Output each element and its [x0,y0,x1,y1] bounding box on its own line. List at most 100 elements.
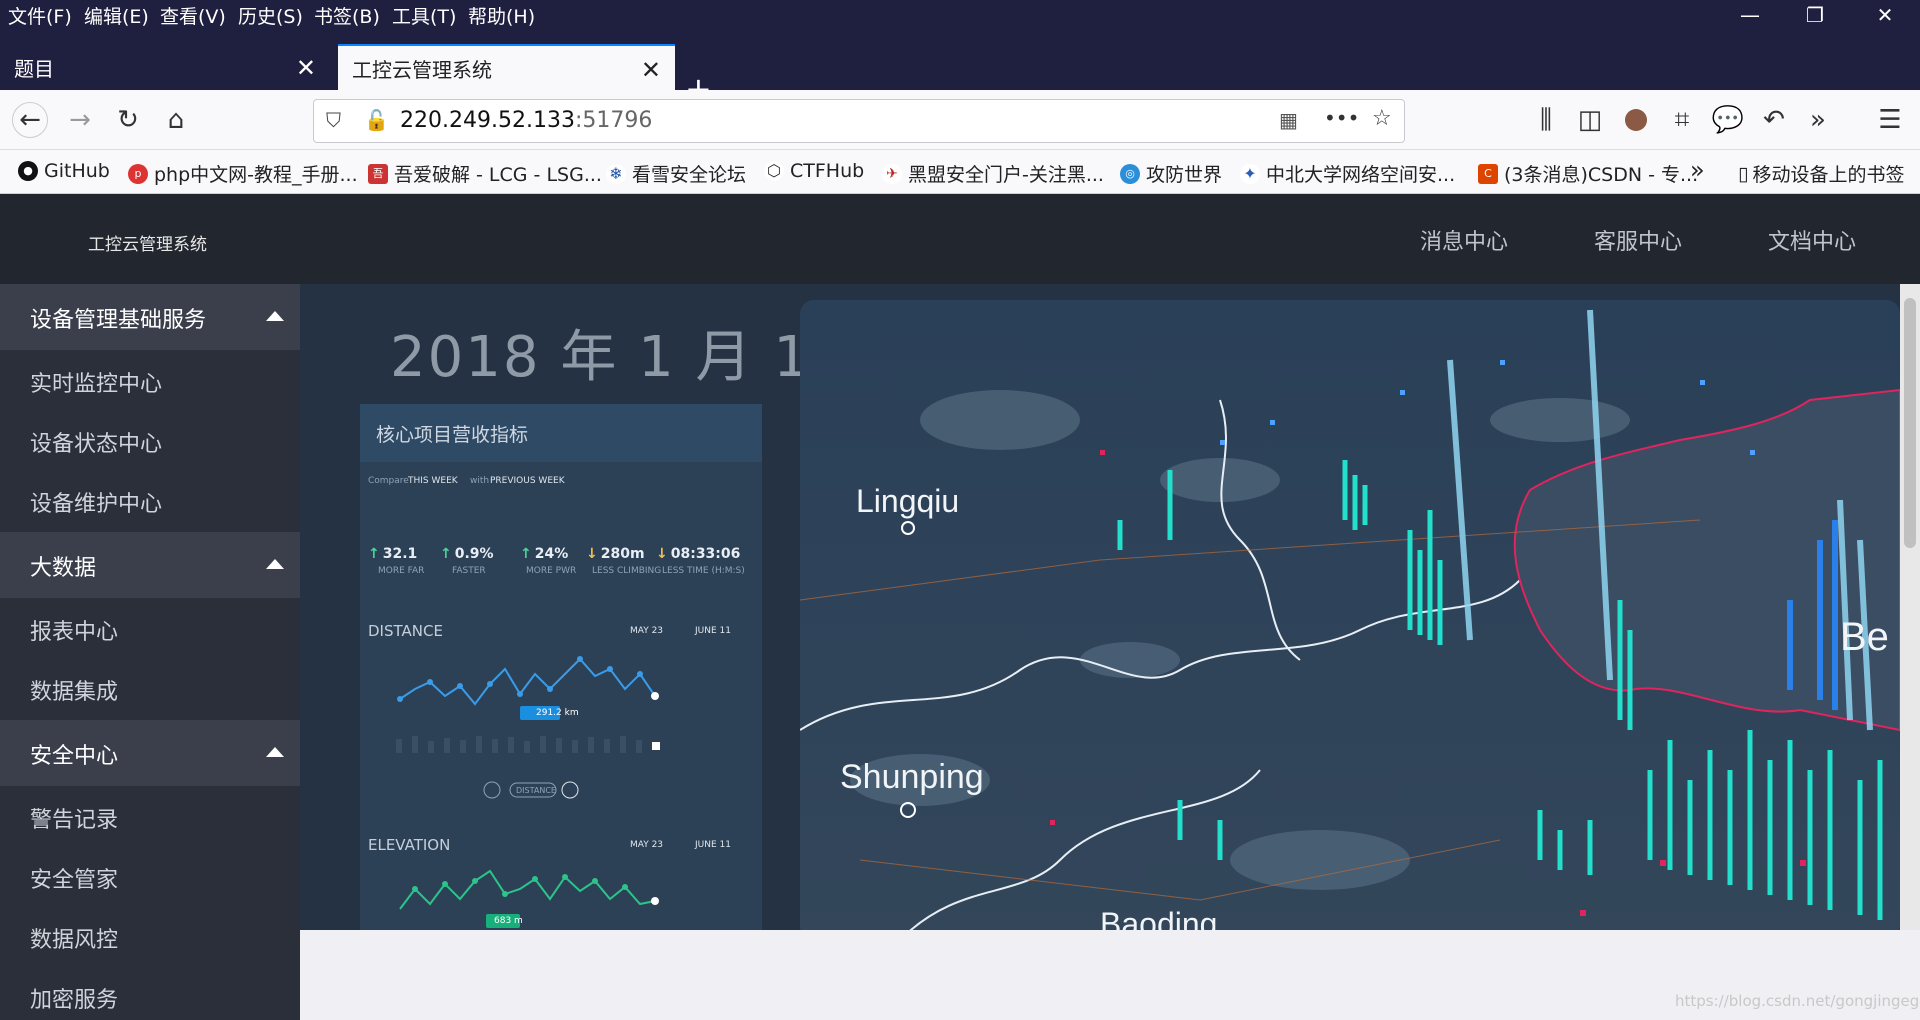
nav-message-center[interactable]: 消息中心 [1420,224,1508,256]
close-tab-icon[interactable]: ✕ [641,56,661,84]
insecure-lock-icon[interactable]: 🔓 [364,108,389,132]
tab-title[interactable]: 题目 ✕ [0,44,330,90]
bookmark-csdn[interactable]: C (3条消息)CSDN - 专... [1478,160,1698,187]
menu-history[interactable]: 历史(S) [238,2,303,29]
bookmark-php[interactable]: p php中文网-教程_手册... [128,160,358,187]
back-icon[interactable]: ← [12,102,48,138]
sidebar-icon[interactable]: ◫ [1572,102,1608,138]
sidebar-item-alerts[interactable]: 警告记录 [30,802,118,834]
nav-service-center[interactable]: 客服中心 [1594,224,1682,256]
kpi-value: ↑ 32.1 [368,546,418,562]
qr-code-icon[interactable]: ▦ [1279,108,1298,132]
menu-help[interactable]: 帮助(H) [468,2,535,29]
kpi-label: FASTER [452,566,486,576]
bookmark-nuc[interactable]: ✦ 中北大学网络空间安... [1240,160,1455,187]
52pojie-icon: 吾 [368,163,388,184]
chat-icon[interactable]: 💬 [1710,102,1746,138]
sidebar-group-bigdata[interactable]: 大数据 [0,532,300,598]
gongfang-icon: ◎ [1120,163,1140,184]
elevation-title: ELEVATION [368,836,451,854]
nav-doc-center[interactable]: 文档中心 [1768,224,1856,256]
this-week-select: THIS WEEK [408,476,458,486]
sidebar-group-device[interactable]: 设备管理基础服务 [0,284,300,350]
reload-icon[interactable]: ↻ [110,102,146,138]
elevation-tooltip: 683 m [494,916,523,926]
distance-title: DISTANCE [368,622,443,640]
distance-selector: DISTANCE [516,786,556,795]
home-icon[interactable]: ⌂ [158,102,194,138]
sidebar-item-risk[interactable]: 数据风控 [30,922,118,954]
bookmark-kanxue[interactable]: ❄ 看雪安全论坛 [606,160,746,187]
url-bar[interactable]: ⛉ 🔓 220.249.52.133:51796 ▦ ••• ☆ [313,99,1405,143]
sidebar-group-security[interactable]: 安全中心 [0,720,300,786]
sidebar-item-monitor[interactable]: 实时监控中心 [30,366,162,398]
distance-from: MAY 23 [630,626,664,636]
menu-bookmarks[interactable]: 书签(B) [314,2,380,29]
sidebar-item-guard[interactable]: 安全管家 [30,862,118,894]
sidebar-item-maintain[interactable]: 设备维护中心 [30,486,162,518]
scrollbar-thumb[interactable] [1904,298,1916,548]
url-text[interactable]: 220.249.52.133:51796 [400,108,652,133]
tab-label: 工控云管理系统 [352,57,492,82]
sidebar-item-status[interactable]: 设备状态中心 [30,426,162,458]
page-scrollbar[interactable] [1900,284,1920,930]
watermark: https://blog.csdn.net/gongjingege [1675,992,1920,1010]
kpi-value: ↓ 08:33:06 [656,546,741,562]
bookmarks-overflow-icon[interactable]: » [1690,156,1705,184]
bookmark-52pojie[interactable]: 吾吾爱破解 - LCG - LSG... [368,160,602,187]
page-actions-icon[interactable]: ••• [1324,106,1359,130]
close-window-button[interactable]: ✕ [1850,0,1920,30]
crop-icon[interactable]: ⌗ [1664,102,1700,138]
menu-tools[interactable]: 工具(T) [392,2,456,29]
avatar[interactable] [1618,102,1654,138]
dashboard-image: 2018 年 1 月 1 日 核心项目营收指标 Compare THIS WEE… [300,284,1900,930]
map-label-be: Be [1840,615,1889,659]
map-label-lingqiu: Lingqiu [856,483,959,519]
shield-icon[interactable]: ⛉ [326,108,341,132]
restore-button[interactable]: ❐ [1780,0,1850,30]
tab-strip: 题目 ✕ 工控云管理系统 ✕ + [0,30,1920,105]
undo-icon[interactable]: ↶ [1756,102,1792,138]
kpi-label: LESS TIME (H:M:S) [662,566,745,576]
library-icon[interactable]: ⫼ [1528,102,1564,138]
close-tab-icon[interactable]: ✕ [296,54,316,82]
kpi-panel: 核心项目营收指标 Compare THIS WEEK with PREVIOUS… [360,404,762,930]
hamburger-menu-icon[interactable]: ☰ [1872,102,1908,138]
distance-tooltip: 291.2 km [536,708,579,718]
sidebar-item-integration[interactable]: 数据集成 [30,674,118,706]
sidebar-item-report[interactable]: 报表中心 [30,614,118,646]
star-icon[interactable]: ☆ [1372,106,1392,131]
bookmarks-bar: ● GitHub p php中文网-教程_手册... 吾吾爱破解 - LCG - L… [0,150,1920,194]
menu-view[interactable]: 查看(V) [160,2,226,29]
menu-bar: 文件(F) 编辑(E) 查看(V) 历史(S) 书签(B) 工具(T) 帮助(H… [0,0,1920,30]
heimeng-icon: ✈ [882,163,902,184]
nav-bar: ← → ↻ ⌂ ⛉ 🔓 220.249.52.133:51796 ▦ ••• ☆… [0,90,1920,150]
panel-header: 核心项目营收指标 [360,404,762,462]
caret-up-icon [266,311,284,321]
bookmark-github[interactable]: ● GitHub [18,160,110,182]
forward-icon[interactable]: → [62,102,98,138]
elevation-to: JUNE 11 [695,840,731,850]
sidebar: 设备管理基础服务 实时监控中心 设备状态中心 设备维护中心 大数据 报表中心 数… [0,284,300,1020]
overflow-icon[interactable]: » [1800,102,1836,138]
caret-up-icon [266,559,284,569]
snowflake-icon: ❄ [606,163,626,184]
app-header: 工控云管理系统 消息中心 客服中心 文档中心 [0,194,1920,284]
menu-edit[interactable]: 编辑(E) [84,2,149,29]
menu-file[interactable]: 文件(F) [8,2,72,29]
bookmark-gongfang[interactable]: ◎ 攻防世界 [1120,160,1222,187]
tab-active[interactable]: 工控云管理系统 ✕ [338,44,675,90]
bookmark-ctfhub[interactable]: ⬡ CTFHub [764,160,864,182]
php-icon: p [128,163,148,184]
kpi-value: ↓ 280m [586,546,645,562]
map-label-shunping: Shunping [840,758,984,796]
elevation-line-chart [399,869,659,928]
kpi-value: ↑ 24% [520,546,569,562]
sidebar-item-encrypt[interactable]: 加密服务 [30,982,118,1014]
bookmark-heimeng[interactable]: ✈ 黑盟安全门户-关注黑... [882,160,1104,187]
kpi-label: MORE PWR [526,566,577,576]
map-visualization: Lingqiu Shunping Baoding Be [800,300,1900,930]
bookmark-mobile[interactable]: ▯ 移动设备上的书签 [1738,160,1904,187]
ctfhub-icon: ⬡ [764,161,784,181]
minimize-button[interactable]: — [1715,0,1785,30]
